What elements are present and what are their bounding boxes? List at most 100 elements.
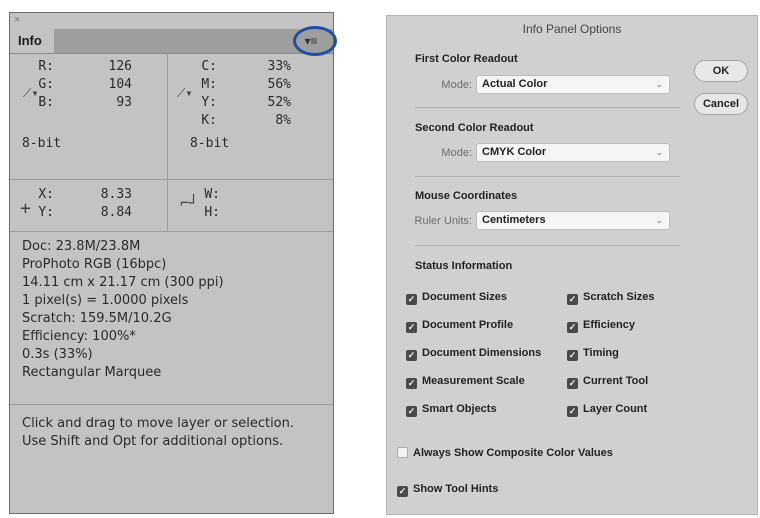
checkmark-icon: ✓ bbox=[567, 294, 578, 305]
checkbox-label: Always Show Composite Color Values bbox=[413, 447, 613, 459]
m-value: 56% bbox=[267, 77, 291, 92]
composite-color-checkbox[interactable]: Always Show Composite Color Values bbox=[397, 446, 613, 460]
checkbox-label: Document Profile bbox=[422, 319, 514, 331]
crosshair-icon: + bbox=[20, 198, 31, 219]
g-label: G: bbox=[38, 77, 54, 92]
panel-tab-bar: Info bbox=[10, 29, 333, 54]
tab-info[interactable]: Info bbox=[10, 29, 54, 53]
y-value: 52% bbox=[267, 95, 291, 110]
ok-button[interactable]: OK bbox=[694, 60, 748, 82]
show-tool-hints-checkbox[interactable]: ✓ Show Tool Hints bbox=[397, 482, 499, 497]
c-value: 33% bbox=[267, 59, 291, 74]
info-panel-options-dialog: Info Panel Options OK Cancel First Color… bbox=[386, 15, 758, 515]
checkbox-label: Show Tool Hints bbox=[413, 483, 499, 495]
smart-objects-checkbox[interactable]: ✓ Smart Objects bbox=[406, 402, 497, 417]
second-color-mode-value: CMYK Color bbox=[482, 146, 547, 158]
checkbox-label: Measurement Scale bbox=[422, 375, 525, 387]
g-value: 104 bbox=[108, 77, 132, 92]
separator bbox=[415, 107, 680, 108]
checkbox-label: Efficiency bbox=[583, 319, 635, 331]
x-value: 8.33 bbox=[100, 187, 132, 202]
y-label: Y: bbox=[201, 95, 217, 110]
checkbox-label: Scratch Sizes bbox=[583, 291, 655, 303]
status-information-heading: Status Information bbox=[415, 260, 513, 272]
checkbox-label: Timing bbox=[583, 347, 619, 359]
y-coord-label: Y: bbox=[38, 205, 54, 220]
y-coord-value: 8.84 bbox=[100, 205, 132, 220]
mouse-coordinates-heading: Mouse Coordinates bbox=[415, 190, 518, 202]
layer-count-checkbox[interactable]: ✓ Layer Count bbox=[567, 402, 648, 417]
checkmark-icon: ✓ bbox=[397, 486, 408, 497]
r-label: R: bbox=[38, 59, 54, 74]
document-profile-checkbox[interactable]: ✓ Document Profile bbox=[406, 318, 514, 333]
scratch-line: Scratch: 159.5M/10.2G bbox=[22, 311, 172, 326]
measurement-scale-checkbox[interactable]: ✓ Measurement Scale bbox=[406, 374, 525, 389]
k-value: 8% bbox=[275, 113, 291, 128]
timing-line: 0.3s (33%) bbox=[22, 347, 93, 362]
bit-depth-1: 8-bit bbox=[22, 136, 62, 151]
doc-dimensions-line: 14.11 cm x 21.17 cm (300 ppi) bbox=[22, 275, 224, 290]
checkmark-icon: ✓ bbox=[567, 350, 578, 361]
close-icon[interactable]: × bbox=[14, 14, 20, 26]
selection-size-icon: ⌐┘ bbox=[180, 194, 199, 212]
cancel-button[interactable]: Cancel bbox=[694, 93, 748, 115]
highlight-circle bbox=[293, 26, 337, 56]
separator bbox=[415, 245, 680, 246]
chevron-down-icon: ⌄ bbox=[655, 147, 663, 157]
divider bbox=[167, 179, 168, 231]
coordinates-section bbox=[10, 179, 333, 232]
x-label: X: bbox=[38, 187, 54, 202]
doc-profile-line: ProPhoto RGB (16bpc) bbox=[22, 257, 167, 272]
timing-checkbox[interactable]: ✓ Timing bbox=[567, 346, 619, 361]
first-color-heading: First Color Readout bbox=[415, 53, 518, 65]
second-mode-label: Mode: bbox=[441, 147, 472, 159]
checkbox-empty-icon bbox=[397, 447, 408, 458]
second-color-mode-select[interactable]: CMYK Color ⌄ bbox=[476, 143, 670, 162]
scratch-sizes-checkbox[interactable]: ✓ Scratch Sizes bbox=[567, 290, 655, 305]
checkbox-label: Layer Count bbox=[583, 403, 648, 415]
tool-hint-line-2: Use Shift and Opt for additional options… bbox=[22, 434, 284, 449]
tool-hint-line-1: Click and drag to move layer or selectio… bbox=[22, 416, 295, 431]
doc-size-line: Doc: 23.8M/23.8M bbox=[22, 239, 141, 254]
checkmark-icon: ✓ bbox=[406, 294, 417, 305]
checkmark-icon: ✓ bbox=[567, 378, 578, 389]
k-label: K: bbox=[201, 113, 217, 128]
checkmark-icon: ✓ bbox=[567, 322, 578, 333]
checkmark-icon: ✓ bbox=[406, 322, 417, 333]
document-dimensions-checkbox[interactable]: ✓ Document Dimensions bbox=[406, 346, 542, 361]
efficiency-checkbox[interactable]: ✓ Efficiency bbox=[567, 318, 635, 333]
ruler-units-value: Centimeters bbox=[482, 214, 546, 226]
h-label: H: bbox=[204, 205, 220, 220]
checkbox-label: Smart Objects bbox=[422, 403, 497, 415]
separator bbox=[415, 176, 680, 177]
measurement-scale-line: 1 pixel(s) = 1.0000 pixels bbox=[22, 293, 189, 308]
chevron-down-icon: ⌄ bbox=[655, 79, 663, 89]
current-tool-line: Rectangular Marquee bbox=[22, 365, 162, 380]
bit-depth-2: 8-bit bbox=[190, 136, 230, 151]
b-value: 93 bbox=[116, 95, 132, 110]
r-value: 126 bbox=[108, 59, 132, 74]
second-color-heading: Second Color Readout bbox=[415, 122, 534, 134]
info-panel: × Info ▾≡ ⟋▾ R: G: B: 126 104 93 8-bit ⟋… bbox=[9, 12, 337, 514]
first-color-mode-select[interactable]: Actual Color ⌄ bbox=[476, 75, 670, 94]
divider bbox=[167, 54, 168, 179]
m-label: M: bbox=[201, 77, 217, 92]
first-color-mode-value: Actual Color bbox=[482, 78, 548, 90]
eyedropper-icon[interactable]: ⟋▾ bbox=[177, 86, 193, 101]
w-label: W: bbox=[204, 187, 220, 202]
checkmark-icon: ✓ bbox=[406, 406, 417, 417]
dialog-title: Info Panel Options bbox=[522, 22, 622, 36]
checkmark-icon: ✓ bbox=[567, 406, 578, 417]
ruler-units-select[interactable]: Centimeters ⌄ bbox=[476, 211, 670, 230]
checkbox-label: Document Dimensions bbox=[422, 347, 542, 359]
first-mode-label: Mode: bbox=[441, 79, 472, 91]
b-label: B: bbox=[38, 95, 54, 110]
ruler-units-label: Ruler Units: bbox=[414, 215, 472, 227]
checkmark-icon: ✓ bbox=[406, 350, 417, 361]
current-tool-checkbox[interactable]: ✓ Current Tool bbox=[567, 374, 649, 389]
checkbox-label: Current Tool bbox=[583, 375, 649, 387]
checkmark-icon: ✓ bbox=[406, 378, 417, 389]
document-sizes-checkbox[interactable]: ✓ Document Sizes bbox=[406, 290, 507, 305]
chevron-down-icon: ⌄ bbox=[655, 215, 663, 225]
efficiency-line: Efficiency: 100%* bbox=[22, 329, 136, 344]
